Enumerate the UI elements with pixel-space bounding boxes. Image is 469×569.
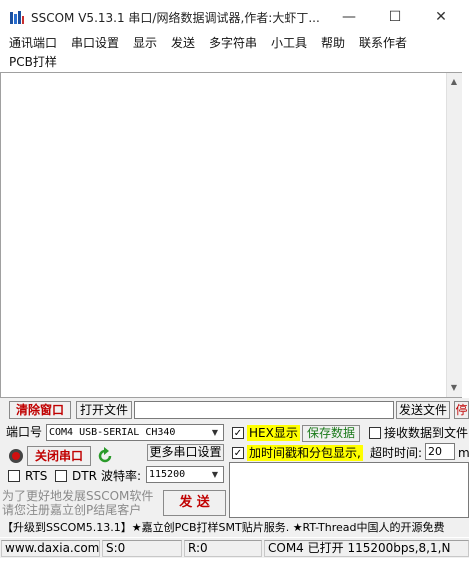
hex-display-label: HEX显示 <box>247 425 300 441</box>
send-file-button[interactable]: 发送文件 <box>396 401 450 419</box>
open-file-button[interactable]: 打开文件 <box>76 401 132 419</box>
menu-comm-port[interactable]: 通讯端口 <box>8 34 58 52</box>
more-settings-button[interactable]: 更多串口设置 <box>147 444 224 461</box>
website-link[interactable]: www.daxia.com <box>1 540 100 557</box>
minimize-button[interactable]: — <box>334 4 364 30</box>
timeout-input[interactable]: 20 <box>425 443 455 460</box>
maximize-button[interactable]: ☐ <box>380 4 410 30</box>
timeout-label: 超时时间: <box>370 446 423 460</box>
menu-serial-settings[interactable]: 串口设置 <box>70 34 120 52</box>
port-label: 端口号 <box>6 425 43 439</box>
hex-display-checkbox[interactable]: ✓ <box>232 427 244 439</box>
port-select[interactable]: COM4 USB-SERIAL CH340 <box>46 424 224 441</box>
rts-label: RTS <box>25 469 48 483</box>
chevron-down-icon[interactable]: ▼ <box>208 467 222 482</box>
menu-tools[interactable]: 小工具 <box>270 34 308 52</box>
send-text-area[interactable] <box>229 462 469 518</box>
menu-display[interactable]: 显示 <box>132 34 158 52</box>
vertical-scrollbar[interactable] <box>446 73 462 397</box>
baud-label: 波特率: <box>101 469 142 483</box>
recv-to-file-label: 接收数据到文件 <box>384 426 469 440</box>
port-status-icon <box>8 448 24 464</box>
save-data-button[interactable]: 保存数据 <box>302 425 360 442</box>
menu-send[interactable]: 发送 <box>170 34 196 52</box>
send-button[interactable]: 发 送 <box>163 490 226 516</box>
promo-line-2[interactable]: 请您注册嘉立创P结尾客户 <box>2 502 141 518</box>
port-status-text: COM4 已打开 115200bps,8,1,N <box>264 540 469 557</box>
chevron-down-icon[interactable]: ▼ <box>208 425 222 440</box>
received-count: R:0 <box>184 540 262 557</box>
scroll-down-icon[interactable]: ▼ <box>446 380 462 396</box>
menu-help[interactable]: 帮助 <box>320 34 346 52</box>
clear-window-button[interactable]: 清除窗口 <box>9 401 71 419</box>
close-port-button[interactable]: 关闭串口 <box>27 446 91 466</box>
file-path-input[interactable] <box>134 401 394 419</box>
timeout-unit: m <box>458 446 469 460</box>
menu-contact-author[interactable]: 联系作者 <box>358 34 408 52</box>
receive-area[interactable] <box>0 72 462 398</box>
close-button[interactable]: ✕ <box>426 4 456 30</box>
window-title: SSCOM V5.13.1 串口/网络数据调试器,作者:大虾丁... <box>31 11 320 25</box>
rts-checkbox[interactable] <box>8 470 20 482</box>
timestamp-label: 加时间戳和分包显示, <box>247 445 363 461</box>
promo-ticker[interactable]: 【升级到SSCOM5.13.1】★嘉立创PCB打样SMT贴片服务. ★RT-Th… <box>0 519 469 537</box>
menu-pcb-proto[interactable]: PCB打样 <box>8 53 58 71</box>
refresh-icon[interactable] <box>96 447 114 465</box>
timestamp-checkbox[interactable]: ✓ <box>232 447 244 459</box>
app-icon <box>9 10 25 26</box>
recv-to-file-checkbox[interactable] <box>369 427 381 439</box>
menu-multi-string[interactable]: 多字符串 <box>208 34 258 52</box>
dtr-checkbox[interactable] <box>55 470 67 482</box>
dtr-label: DTR <box>72 469 97 483</box>
scroll-up-icon[interactable]: ▲ <box>446 74 462 90</box>
stop-button[interactable]: 停 <box>454 401 469 419</box>
sent-count: S:0 <box>102 540 182 557</box>
